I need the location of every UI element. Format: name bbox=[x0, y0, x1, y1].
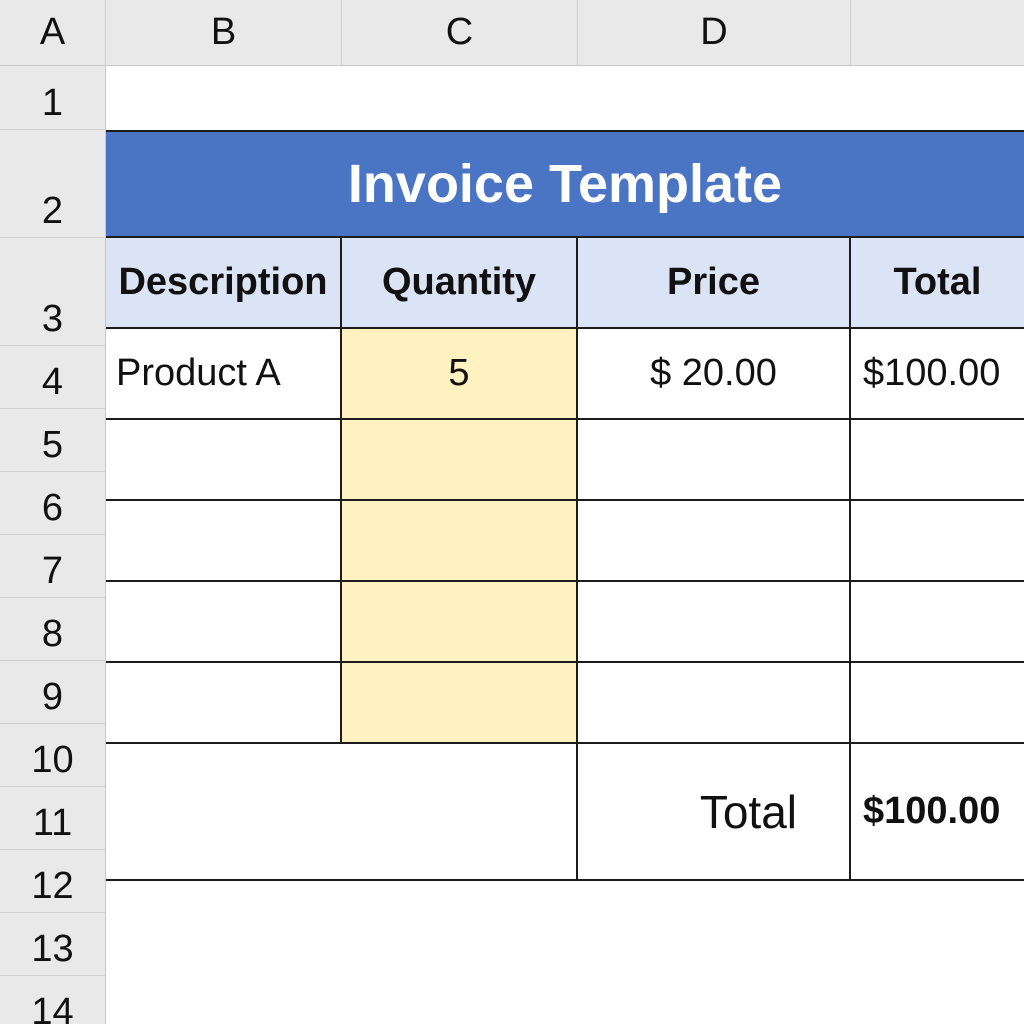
column-label: B bbox=[210, 11, 237, 53]
cell-text: $ 20.00 bbox=[650, 352, 777, 394]
row-header-12[interactable]: 12 bbox=[0, 850, 106, 913]
row-header-5[interactable]: 5 bbox=[0, 409, 106, 472]
row-label: 7 bbox=[41, 550, 64, 592]
row-header-14[interactable]: 14 bbox=[0, 976, 106, 1024]
summary-label-text: Total bbox=[699, 785, 797, 838]
column-header-c[interactable]: C bbox=[342, 0, 578, 66]
header-label: Description bbox=[118, 261, 328, 303]
cell-description[interactable]: Product A bbox=[106, 329, 342, 420]
invoice-title[interactable]: Invoice Template bbox=[106, 130, 1024, 238]
row-label: 4 bbox=[41, 361, 64, 403]
row-header-3[interactable]: 3 bbox=[0, 238, 106, 346]
row-label: 13 bbox=[31, 928, 74, 970]
summary-blank-cell[interactable] bbox=[106, 744, 578, 881]
row-header-2[interactable]: 2 bbox=[0, 130, 106, 238]
row-label: 2 bbox=[41, 190, 64, 232]
summary-value-text: $100.00 bbox=[863, 790, 1001, 832]
cell-description[interactable] bbox=[106, 582, 342, 663]
summary-total-value[interactable]: $100.00 bbox=[851, 744, 1024, 881]
header-label: Total bbox=[893, 261, 982, 303]
column-header-a[interactable]: A bbox=[0, 0, 106, 66]
header-price[interactable]: Price bbox=[578, 238, 851, 329]
cell-text: 5 bbox=[448, 352, 470, 394]
row-header-7[interactable]: 7 bbox=[0, 535, 106, 598]
cell-quantity[interactable] bbox=[342, 582, 578, 663]
column-header-b[interactable]: B bbox=[106, 0, 342, 66]
invoice-title-text: Invoice Template bbox=[347, 154, 783, 214]
column-label: C bbox=[445, 11, 474, 53]
row-label: 8 bbox=[41, 613, 64, 655]
cell-text: $100.00 bbox=[863, 352, 1001, 394]
row-header-4[interactable]: 4 bbox=[0, 346, 106, 409]
row-header-10[interactable]: 10 bbox=[0, 724, 106, 787]
cell-price[interactable] bbox=[578, 582, 851, 663]
row-label: 12 bbox=[31, 865, 74, 907]
cell-total[interactable] bbox=[851, 582, 1024, 663]
row-header-11[interactable]: 11 bbox=[0, 787, 106, 850]
cell-total[interactable] bbox=[851, 663, 1024, 744]
row-label: 1 bbox=[41, 82, 64, 124]
cell-price[interactable] bbox=[578, 501, 851, 582]
cell-total[interactable]: $100.00 bbox=[851, 329, 1024, 420]
header-quantity[interactable]: Quantity bbox=[342, 238, 578, 329]
row-label: 11 bbox=[32, 802, 73, 844]
cell-text: Product A bbox=[116, 352, 281, 394]
column-header-e[interactable] bbox=[851, 0, 1024, 66]
column-label: D bbox=[700, 11, 728, 53]
header-label: Price bbox=[667, 261, 760, 303]
header-total[interactable]: Total bbox=[851, 238, 1024, 329]
column-label: A bbox=[39, 11, 66, 53]
row-label: 14 bbox=[31, 991, 74, 1024]
cell-price[interactable]: $ 20.00 bbox=[578, 329, 851, 420]
cell-quantity[interactable] bbox=[342, 663, 578, 744]
row-header-6[interactable]: 6 bbox=[0, 472, 106, 535]
cell-quantity[interactable] bbox=[342, 420, 578, 501]
cell-total[interactable] bbox=[851, 501, 1024, 582]
header-label: Quantity bbox=[381, 261, 537, 303]
row-header-1[interactable]: 1 bbox=[0, 66, 106, 130]
cell-description[interactable] bbox=[106, 420, 342, 501]
cell-price[interactable] bbox=[578, 420, 851, 501]
header-description[interactable]: Description bbox=[106, 238, 342, 329]
cell-price[interactable] bbox=[578, 663, 851, 744]
column-header-d[interactable]: D bbox=[578, 0, 851, 66]
row-label: 5 bbox=[41, 424, 64, 466]
cell-description[interactable] bbox=[106, 663, 342, 744]
summary-total-label[interactable]: Total bbox=[578, 744, 851, 881]
row-label: 9 bbox=[41, 676, 64, 718]
row-label: 10 bbox=[31, 739, 74, 781]
row-label: 3 bbox=[41, 298, 64, 340]
row-header-13[interactable]: 13 bbox=[0, 913, 106, 976]
row-label: 6 bbox=[41, 487, 64, 529]
cell-quantity[interactable]: 5 bbox=[342, 329, 578, 420]
cell-total[interactable] bbox=[851, 420, 1024, 501]
cell-quantity[interactable] bbox=[342, 501, 578, 582]
spreadsheet: A B C D 1 2 3 4 5 6 7 8 9 10 11 12 13 14… bbox=[0, 0, 1024, 1024]
cell-description[interactable] bbox=[106, 501, 342, 582]
row-header-9[interactable]: 9 bbox=[0, 661, 106, 724]
row-header-8[interactable]: 8 bbox=[0, 598, 106, 661]
